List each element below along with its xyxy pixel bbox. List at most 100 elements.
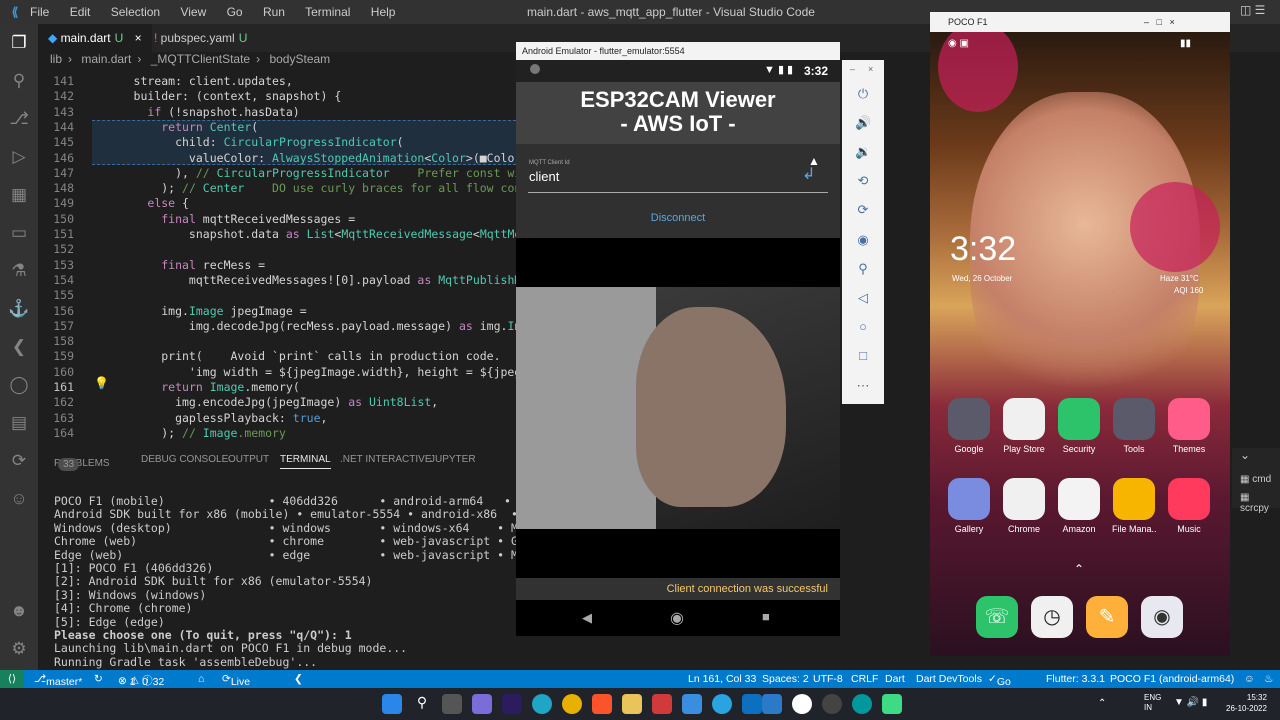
tab-net-interactive[interactable]: .NET INTERACTIVE xyxy=(340,454,432,465)
explorer-icon[interactable]: ❐ xyxy=(8,32,30,54)
github-icon[interactable] xyxy=(822,694,842,714)
branch-item[interactable]: ⎇ master* xyxy=(34,673,82,688)
menu-file[interactable]: File xyxy=(30,5,49,19)
source-control-icon[interactable]: ⎇ xyxy=(8,108,30,130)
vscode-taskbar-icon[interactable] xyxy=(762,694,782,714)
arduino-icon[interactable] xyxy=(852,694,872,714)
menu-terminal[interactable]: Terminal xyxy=(305,5,350,19)
close-icon[interactable]: × xyxy=(135,31,142,45)
layout-toggle-icon[interactable]: ◫ ☰ xyxy=(1240,3,1265,17)
bell-icon[interactable]: ♨ xyxy=(1264,673,1273,685)
power-icon[interactable]: ⏻ xyxy=(855,86,871,102)
alien-icon[interactable]: ☺ xyxy=(8,488,30,510)
tab-pubspec[interactable]: ! pubspec.yaml U xyxy=(144,24,257,52)
app-amazon[interactable]: Amazon xyxy=(1057,478,1101,534)
language-indicator[interactable]: ENG IN xyxy=(1144,693,1161,713)
back-icon[interactable]: ◀ xyxy=(582,610,592,626)
cursor-position[interactable]: Ln 161, Col 33 xyxy=(688,673,756,685)
edge-icon[interactable] xyxy=(532,694,552,714)
premiere-icon[interactable] xyxy=(502,694,522,714)
breadcrumb-item[interactable]: lib xyxy=(50,52,62,66)
lightbulb-icon[interactable]: 💡 xyxy=(94,376,109,390)
back-icon[interactable]: ◁ xyxy=(855,290,871,306)
more-icon[interactable]: ⋯ xyxy=(855,378,871,394)
feedback-icon[interactable]: ☺ xyxy=(1244,673,1255,685)
breadcrumb-item[interactable]: bodySteam xyxy=(269,52,330,66)
chevron-up-icon[interactable]: ⌃ xyxy=(1074,562,1084,576)
minimize-icon[interactable]: – xyxy=(850,64,855,74)
breadcrumb-item[interactable]: _MQTTClientState xyxy=(151,52,250,66)
code-editor[interactable]: 141 stream: client.updates, 142 builder: … xyxy=(38,72,516,448)
wifi-volume-battery-icon[interactable]: ▼ 🔊 ▮ xyxy=(1174,697,1207,708)
disconnect-button[interactable]: Disconnect xyxy=(516,212,840,224)
indentation[interactable]: Spaces: 2 xyxy=(762,673,809,685)
account-icon[interactable]: ☻ xyxy=(8,600,30,622)
clock[interactable]: 15:32 26-10-2022 xyxy=(1226,692,1267,714)
breadcrumb-item[interactable]: main.dart xyxy=(81,52,131,66)
testing-icon[interactable]: ⚗ xyxy=(8,260,30,282)
android-studio-icon[interactable] xyxy=(882,694,902,714)
problems-status[interactable]: ⊗ 1 ⚠ 0 ⓘ 32 xyxy=(118,673,164,688)
edge-devtools-icon[interactable]: ◯ xyxy=(8,374,30,396)
search-icon[interactable]: ⚲ xyxy=(412,694,432,714)
brave-icon[interactable] xyxy=(592,694,612,714)
notebook-icon[interactable]: ▤ xyxy=(8,412,30,434)
flutter-icon[interactable]: ❮ xyxy=(8,336,30,358)
scrcpy-item[interactable]: ▦ scrcpy xyxy=(1240,492,1280,514)
app-icon[interactable] xyxy=(652,694,672,714)
sync-icon[interactable]: ↻ xyxy=(94,673,103,685)
search-icon[interactable]: ⚲ xyxy=(8,70,30,92)
menu-go[interactable]: Go xyxy=(227,5,243,19)
start-icon[interactable] xyxy=(382,694,402,714)
chrome-icon[interactable] xyxy=(562,694,582,714)
overview-icon[interactable]: □ xyxy=(855,348,871,364)
menu-view[interactable]: View xyxy=(180,5,206,19)
tray-up-icon[interactable]: ⌃ xyxy=(1098,698,1106,709)
dart-devtools[interactable]: Dart DevTools xyxy=(916,673,982,685)
app-tools[interactable]: Tools xyxy=(1112,398,1156,454)
extensions-icon[interactable]: ▦ xyxy=(8,184,30,206)
recents-icon[interactable]: ■ xyxy=(762,609,770,624)
zoom-icon[interactable]: ⚲ xyxy=(855,261,871,277)
close-icon[interactable]: × xyxy=(868,64,873,74)
language-mode[interactable]: Dart xyxy=(885,673,905,685)
encoding[interactable]: UTF-8 xyxy=(813,673,843,685)
run-debug-icon[interactable]: ▷ xyxy=(8,146,30,168)
volume-up-icon[interactable]: 🔊 xyxy=(855,115,871,131)
menu-help[interactable]: Help xyxy=(371,5,396,19)
camera-icon[interactable]: ◉ xyxy=(855,232,871,248)
menu-run[interactable]: Run xyxy=(263,5,285,19)
live-share-icon[interactable]: ⟳ xyxy=(8,450,30,472)
eol[interactable]: CRLF xyxy=(851,673,878,685)
flutter-status-icon[interactable]: ❮ xyxy=(294,673,303,685)
app-chrome[interactable]: Chrome xyxy=(1002,478,1046,534)
terminal-output[interactable]: POCO F1 (mobile) • 406dd326 • android-ar… xyxy=(54,494,516,670)
tab-jupyter[interactable]: JUPYTER xyxy=(430,454,476,465)
client-id-field[interactable]: client xyxy=(529,169,559,184)
telegram-icon[interactable] xyxy=(712,694,732,714)
teams-icon[interactable] xyxy=(472,694,492,714)
task-view-icon[interactable] xyxy=(442,694,462,714)
folder-icon[interactable] xyxy=(622,694,642,714)
rotate-left-icon[interactable]: ⟲ xyxy=(855,173,871,189)
rotate-right-icon[interactable]: ⟳ xyxy=(855,202,871,218)
remote-explorer-icon[interactable]: ▭ xyxy=(8,222,30,244)
home-icon[interactable]: ◉ xyxy=(670,608,684,628)
app-security[interactable]: Security xyxy=(1057,398,1101,454)
app-google[interactable]: Google xyxy=(947,398,991,454)
live-share-button[interactable]: ⟳ Live Share xyxy=(222,673,259,700)
tab-debug-console[interactable]: DEBUG CONSOLE xyxy=(141,454,228,465)
docker-icon[interactable]: ⚓ xyxy=(8,298,30,320)
chevron-down-icon[interactable]: ⌄ xyxy=(1240,448,1250,462)
go-live-button[interactable]: ✓ Go Live xyxy=(988,673,1016,700)
device-selector[interactable]: POCO F1 (android-arm64) xyxy=(1110,673,1234,685)
app-file-mana[interactable]: File Mana.. xyxy=(1112,478,1157,534)
notes-app-icon[interactable]: ✎ xyxy=(1086,596,1128,638)
camera-app-icon[interactable]: ◉ xyxy=(1141,596,1183,638)
tab-terminal[interactable]: TERMINAL xyxy=(280,454,331,469)
home-icon[interactable]: ○ xyxy=(855,319,871,335)
home-icon[interactable]: ⌂ xyxy=(198,673,204,685)
menu-selection[interactable]: Selection xyxy=(111,5,160,19)
app-themes[interactable]: Themes xyxy=(1167,398,1211,454)
cmd-item[interactable]: ▦ cmd xyxy=(1240,474,1271,485)
